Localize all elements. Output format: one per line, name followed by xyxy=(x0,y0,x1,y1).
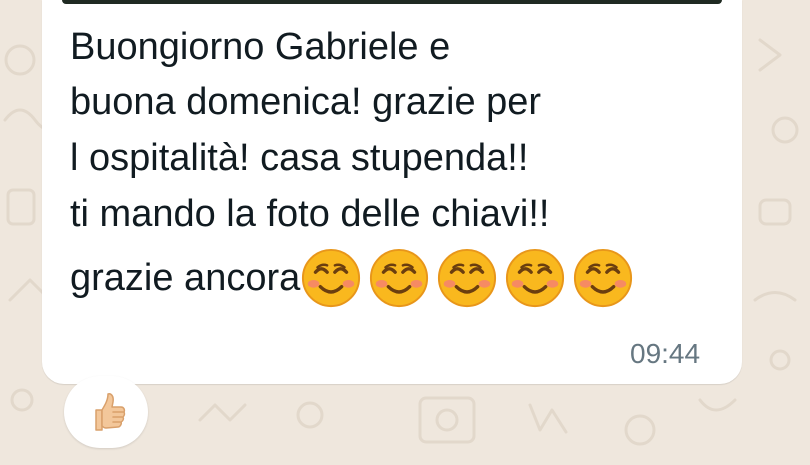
message-line-5: grazie ancora xyxy=(70,248,640,308)
message-line-5-text: grazie ancora xyxy=(70,257,301,299)
media-preview-edge[interactable] xyxy=(62,0,722,4)
message-line-4: ti mando la foto delle chiavi!! xyxy=(70,193,550,235)
message-line-2: buona domenica! grazie per xyxy=(70,81,542,123)
smiling-face-icon xyxy=(436,247,498,309)
message-timestamp: 09:44 xyxy=(630,338,701,369)
smiling-face-icon xyxy=(572,247,634,309)
smiling-face-icon xyxy=(504,247,566,309)
smiling-face-icon xyxy=(368,247,430,309)
smiling-face-icon xyxy=(300,247,362,309)
thumbs-up-icon xyxy=(82,388,130,436)
message-line-1: Buongiorno Gabriele e xyxy=(70,26,451,68)
reaction-badge[interactable] xyxy=(64,376,148,448)
message-line-3: l ospitalità! casa stupenda!! xyxy=(70,137,529,179)
